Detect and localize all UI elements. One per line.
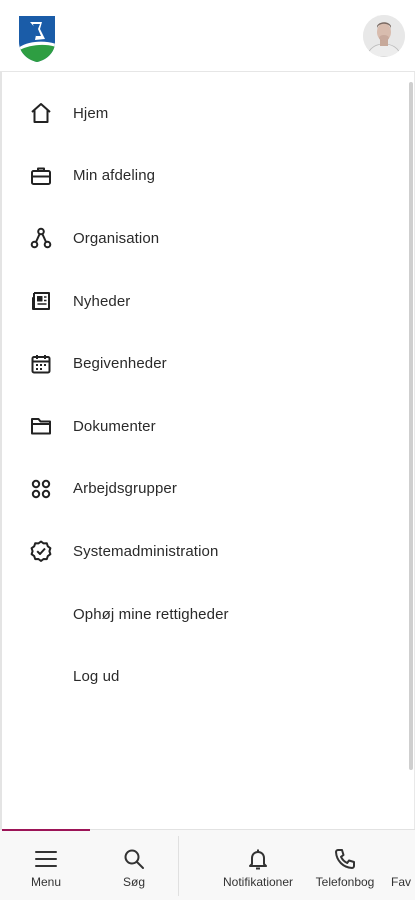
menu-item-label: Organisation [73,229,160,247]
hamburger-icon [33,846,59,872]
nav-item-favorites[interactable]: Fav [391,830,415,900]
nav-item-notifications[interactable]: Notifikationer [212,830,304,900]
menu-item-label: Min afdeling [73,167,156,185]
main-menu: Hjem Min afdeling Organisation Nyheder B… [2,82,412,708]
menu-item-organisation[interactable]: Organisation [2,207,412,270]
menu-item-hjem[interactable]: Hjem [2,82,412,145]
nav-item-label: Fav [391,875,412,889]
menu-item-arbejdsgrupper[interactable]: Arbejdsgrupper [2,458,412,521]
folder-icon [28,413,54,439]
nav-divider [178,836,179,896]
menu-item-label: Hjem [73,104,109,122]
municipality-crest-icon[interactable] [18,15,56,63]
menu-item-logout[interactable]: Log ud [2,645,412,708]
menu-scrollbar[interactable] [409,82,413,770]
menu-item-label: Ophøj mine rettigheder [73,605,229,623]
menu-item-systemadministration[interactable]: Systemadministration [2,520,412,583]
menu-item-begivenheder[interactable]: Begivenheder [2,332,412,395]
menu-item-label: Systemadministration [73,542,219,560]
avatar[interactable] [363,15,405,57]
badge-check-icon [28,538,54,564]
nav-item-search[interactable]: Søg [94,830,174,900]
calendar-icon [28,351,54,377]
menu-item-label: Dokumenter [73,417,156,435]
groups-icon [28,476,54,502]
menu-item-label: Nyheder [73,292,131,310]
briefcase-icon [28,163,54,189]
phone-icon [332,846,358,872]
nav-item-label: Notifikationer [222,875,294,889]
nav-item-label: Telefonbog [315,875,375,889]
menu-item-elevate-rights[interactable]: Ophøj mine rettigheder [2,583,412,646]
newspaper-icon [28,288,54,314]
search-icon [121,846,147,872]
menu-item-nyheder[interactable]: Nyheder [2,270,412,333]
app-header [0,0,415,72]
nav-item-phonebook[interactable]: Telefonbog [307,830,383,900]
menu-item-label: Arbejdsgrupper [73,480,177,498]
nav-item-menu[interactable]: Menu [4,830,88,900]
bell-icon [245,846,271,872]
menu-item-min-afdeling[interactable]: Min afdeling [2,145,412,208]
home-icon [28,100,54,126]
menu-item-label: Log ud [73,668,120,686]
menu-item-dokumenter[interactable]: Dokumenter [2,395,412,458]
org-tree-icon [28,225,54,251]
nav-item-label: Menu [30,875,62,889]
menu-item-label: Begivenheder [73,355,167,373]
bottom-nav: Menu Søg Notifikationer Telefonbog Fav [0,829,415,900]
nav-item-label: Søg [122,875,145,889]
